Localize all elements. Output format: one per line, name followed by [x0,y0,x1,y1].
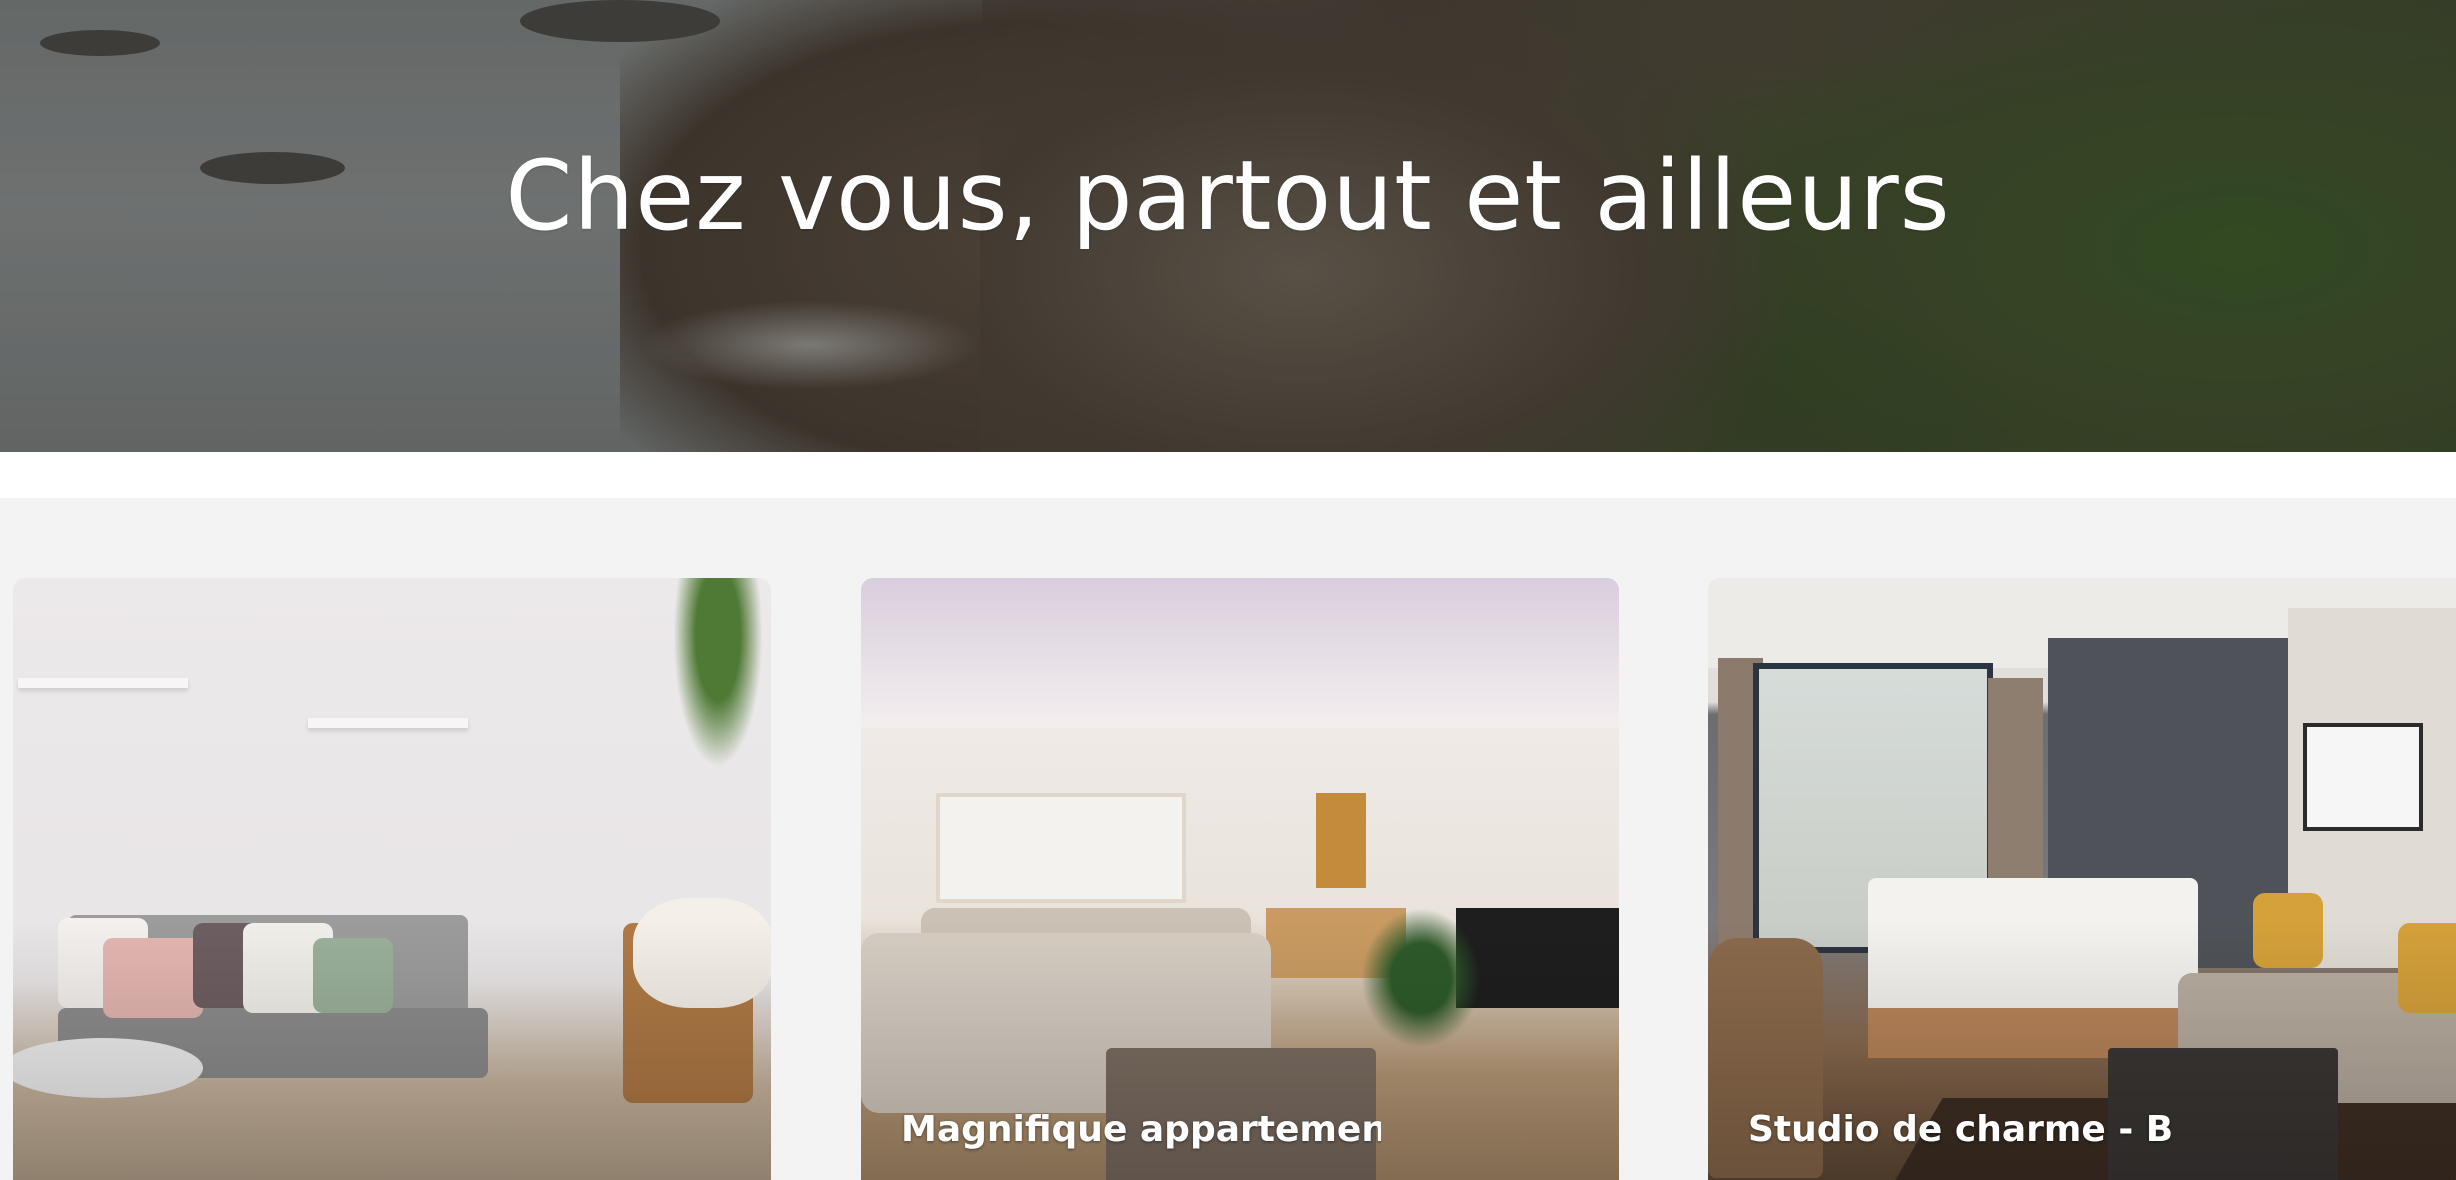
listing-title[interactable]: Magnifique appartement [901,1106,1381,1154]
listing-card[interactable] [13,578,771,1180]
listing-card[interactable]: Studio de charme - B [1708,578,2456,1180]
listing-photo-overlay [1708,578,2456,1180]
listings-section: Magnifique appartement Studio de charme … [0,498,2456,1180]
listing-card[interactable]: Magnifique appartement [861,578,1619,1180]
hero-banner: Chez vous, partout et ailleurs [0,0,2456,452]
section-separator [0,452,2456,498]
listing-title[interactable]: Studio de charme - B [1748,1106,2228,1154]
hero-title: Chez vous, partout et ailleurs [505,140,1951,252]
listing-photo-overlay [861,578,1619,1180]
listing-photo-overlay [13,578,771,1180]
